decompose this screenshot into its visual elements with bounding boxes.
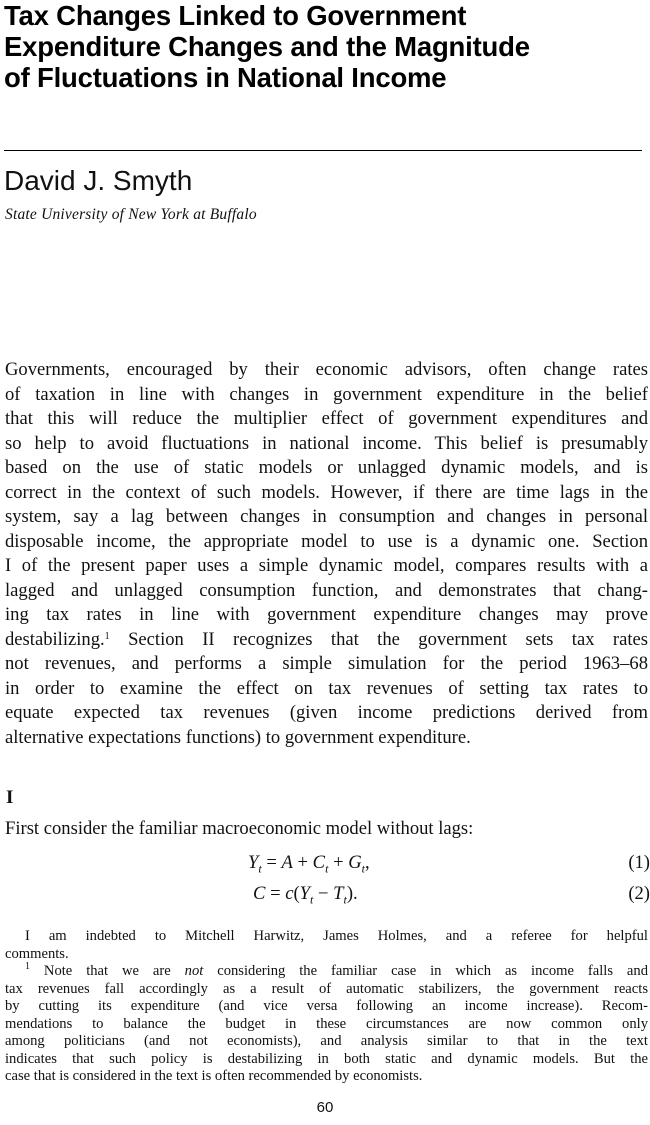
paragraph-line: that this will reduce the multiplier eff… <box>5 408 648 429</box>
article-title: Tax Changes Linked to Government Expendi… <box>4 0 640 93</box>
footnote-1-first-line: 1 Note that we are not considering the f… <box>5 962 648 981</box>
paragraph-line: alternative expectations functions) to g… <box>5 726 471 748</box>
equation-1-number: (1) <box>628 852 650 873</box>
footnote-segment: considering the familiar case in which a… <box>203 963 648 979</box>
title-line: Expenditure Changes and the Magnitude <box>4 31 530 62</box>
author-affiliation: State University of New York at Buffalo <box>5 206 257 223</box>
paragraph-line: disposable income, the appropriate model… <box>5 530 648 552</box>
paragraph-line: ing tax rates in line with government ex… <box>5 604 648 625</box>
intro-paragraph: Governments, encouraged by their economi… <box>5 358 648 750</box>
title-divider <box>4 150 642 151</box>
acknowledgement-line: comments. <box>5 945 69 962</box>
paragraph-line: in order to examine the effect on tax re… <box>5 677 648 699</box>
footnote-emphasis: not <box>184 963 204 979</box>
footnote-line: by cutting its expenditure (and vice ver… <box>5 998 648 1014</box>
paragraph-line: equate expected tax revenues (given inco… <box>5 702 648 723</box>
section-heading: I <box>6 787 14 808</box>
title-line: Tax Changes Linked to Government <box>4 0 467 31</box>
author-name: David J. Smyth <box>4 165 193 196</box>
footnote-line: indicates that such policy is destabiliz… <box>5 1050 648 1067</box>
title-line: of Fluctuations in National Income <box>4 62 447 93</box>
paragraph-line: based on the use of static models or unl… <box>5 457 648 478</box>
footnote-line: case that is considered in the text is o… <box>5 1068 423 1084</box>
footnote-segment: Note that we are <box>30 963 185 979</box>
paragraph-segment: Section II recognizes that the governmen… <box>109 628 648 650</box>
paragraph-line: system, say a lag between changes in con… <box>5 506 648 527</box>
paragraph-line: Governments, encouraged by their economi… <box>5 359 648 380</box>
paragraph-line: I of the present paper uses a simple dyn… <box>5 555 648 576</box>
paragraph-line: not revenues, and performs a simple simu… <box>5 653 648 674</box>
equation-2-number: (2) <box>628 883 650 904</box>
paragraph-segment: destabilizing. <box>5 628 105 650</box>
equation-1: Yt = A + Ct + Gt, (1) <box>0 850 650 876</box>
equation-2-formula: C = c(Yt − Tt). <box>253 883 358 907</box>
paragraph-line: lagged and unlagged consumption function… <box>5 579 648 601</box>
paragraph-line-with-footnote: destabilizing.1 Section II recognizes th… <box>5 628 648 653</box>
equation-1-formula: Yt = A + Ct + Gt, <box>248 852 370 876</box>
paragraph-line: so help to avoid fluctuations in nationa… <box>5 432 648 454</box>
footnote-line: tax revenues fall accordingly as a resul… <box>5 980 648 997</box>
page-number: 60 <box>316 1099 334 1116</box>
paragraph-line: correct in the context of such models. H… <box>5 481 648 503</box>
acknowledgement-line: I am indebted to Mitchell Harwitz, James… <box>25 928 648 944</box>
equation-2: C = c(Yt − Tt). (2) <box>0 881 650 907</box>
footnote-line: among politicians (and not economists), … <box>5 1033 648 1049</box>
section-intro-text: First consider the familiar macroeconomi… <box>5 818 474 839</box>
footnote-line: mendations to balance the budget in thes… <box>5 1015 648 1032</box>
footnotes: I am indebted to Mitchell Harwitz, James… <box>5 928 648 1086</box>
paragraph-line: of taxation in line with changes in gove… <box>5 383 648 405</box>
